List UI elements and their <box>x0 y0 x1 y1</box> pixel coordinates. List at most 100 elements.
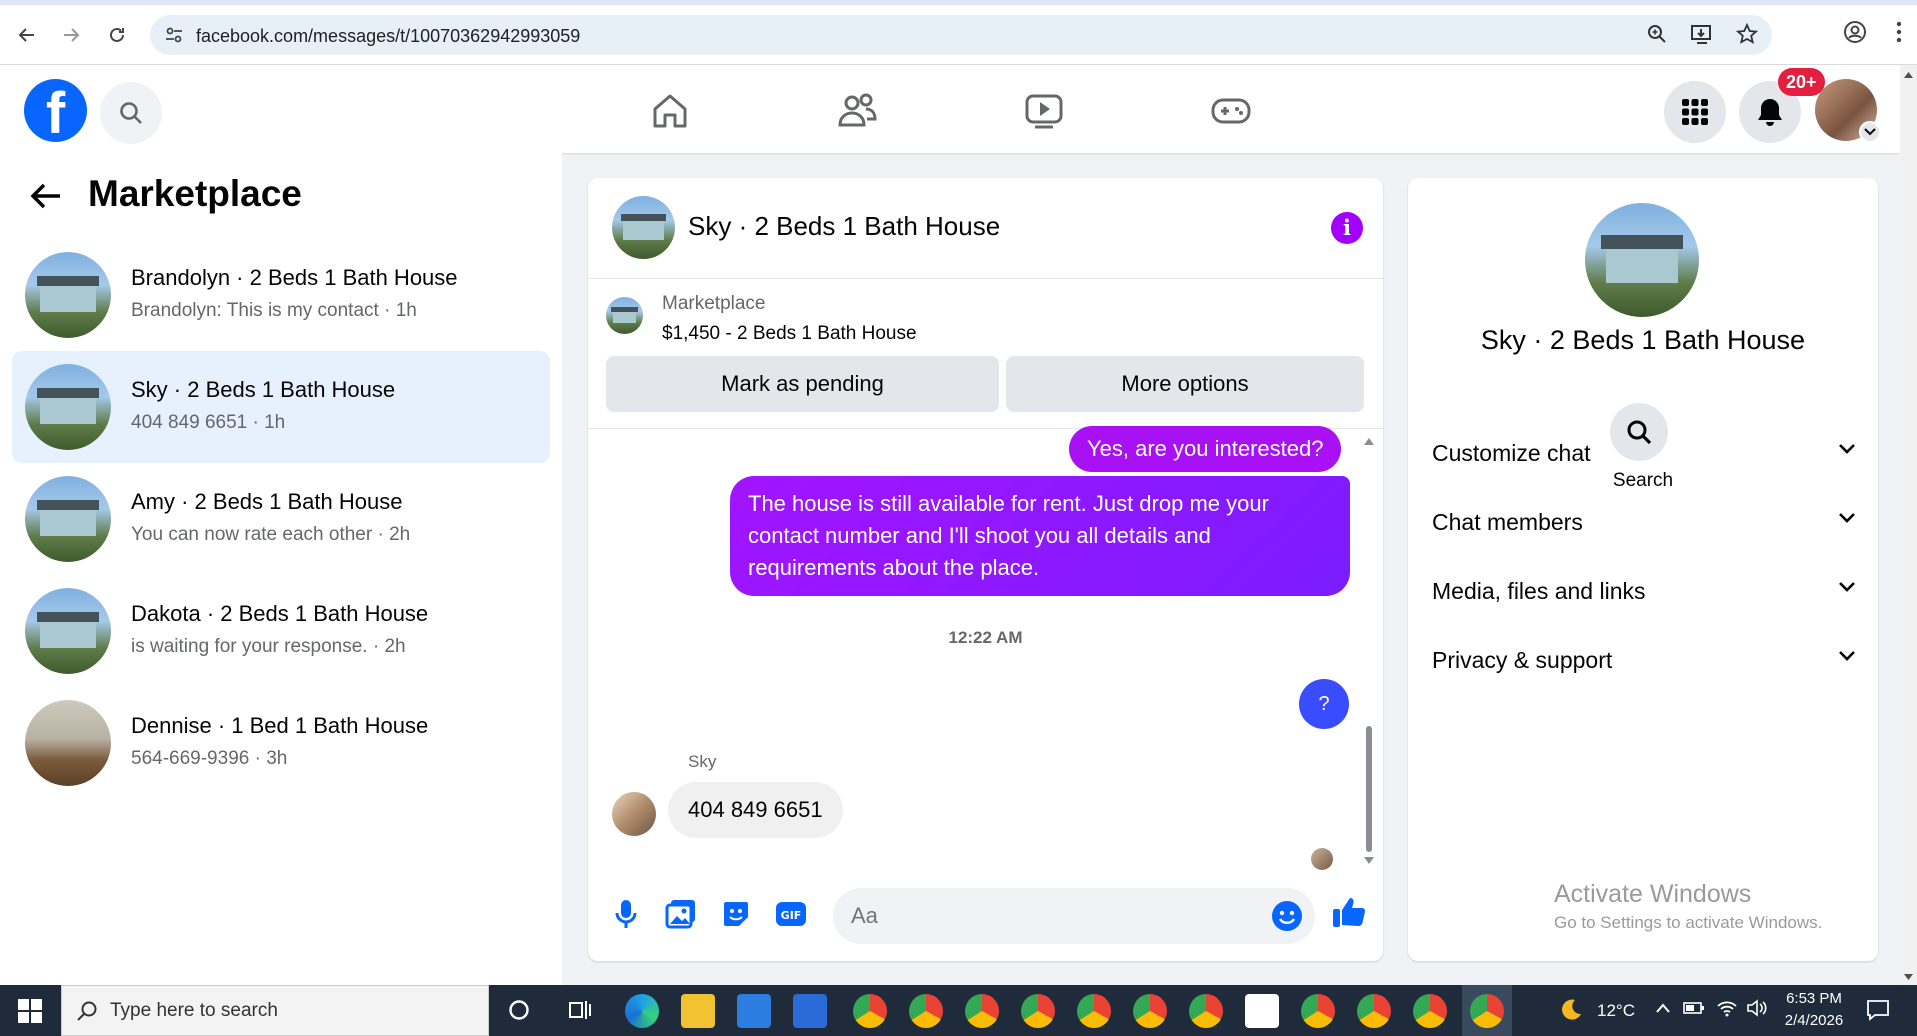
mark-as-pending-button[interactable]: Mark as pending <box>606 356 999 412</box>
windows-start-icon[interactable] <box>18 999 42 1028</box>
facebook-search-button[interactable] <box>100 82 162 144</box>
privacy-support-section[interactable]: Privacy & support <box>1408 633 1878 689</box>
reload-icon[interactable] <box>102 20 132 50</box>
more-options-button[interactable]: More options <box>1006 356 1364 412</box>
svg-text:GIF: GIF <box>781 909 802 922</box>
message-composer: GIF <box>588 878 1383 961</box>
chat-listing-thumbnail[interactable] <box>612 196 675 259</box>
wifi-icon[interactable] <box>1716 999 1738 1022</box>
url-text[interactable]: facebook.com/messages/t/1007036294299305… <box>196 26 580 47</box>
facebook-logo[interactable]: f <box>24 79 87 142</box>
conversation-name: Dakota · 2 Beds 1 Bath House <box>131 601 429 626</box>
section-label: Customize chat <box>1432 440 1591 466</box>
file-explorer-icon[interactable] <box>681 994 715 1028</box>
incoming-message: 404 849 6651 <box>668 782 843 838</box>
notification-center-icon[interactable] <box>1866 999 1890 1026</box>
browser-profile-icon[interactable] <box>1843 20 1867 49</box>
chevron-down-icon[interactable] <box>1859 121 1881 143</box>
sender-avatar[interactable] <box>612 792 656 836</box>
info-icon[interactable]: i <box>1331 212 1363 244</box>
battery-icon[interactable] <box>1683 1000 1705 1021</box>
browser-menu-icon[interactable] <box>1895 20 1903 49</box>
back-icon[interactable] <box>12 20 42 50</box>
nav-video-icon[interactable] <box>1014 87 1074 135</box>
emoji-icon[interactable] <box>1271 900 1303 937</box>
address-bar[interactable]: facebook.com/messages/t/1007036294299305… <box>150 15 1772 55</box>
chrome-profile-icon[interactable] <box>853 994 887 1028</box>
section-label: Media, files and links <box>1432 578 1646 604</box>
cortana-icon[interactable] <box>508 999 530 1026</box>
clock-date[interactable]: 2/4/2026 <box>1780 1012 1848 1029</box>
gif-icon[interactable]: GIF <box>773 896 809 932</box>
active-taskbar-app[interactable] <box>1462 985 1512 1036</box>
thumbs-up-icon[interactable] <box>1331 894 1367 930</box>
conversation-preview: 564-669-9396 · 3h <box>131 748 288 769</box>
taskbar-search-box[interactable]: Type here to search <box>61 985 489 1036</box>
marketplace-title: Marketplace <box>88 173 302 214</box>
capcut-icon[interactable] <box>1245 994 1279 1028</box>
conversation-item[interactable]: Dakota · 2 Beds 1 Bath House is waiting … <box>12 575 550 687</box>
conversation-item-active[interactable]: Sky · 2 Beds 1 Bath House 404 849 6651 ·… <box>12 351 550 463</box>
menu-grid-button[interactable] <box>1664 81 1726 143</box>
mail-icon[interactable] <box>793 994 827 1028</box>
conversation-item[interactable]: Brandolyn · 2 Beds 1 Bath House Brandoly… <box>12 239 550 351</box>
listing-description[interactable]: $1,450 - 2 Beds 1 Bath House <box>662 323 917 345</box>
chrome-profile-icon[interactable] <box>1077 994 1111 1028</box>
scrollbar-thumb[interactable] <box>1366 726 1372 852</box>
conversation-item[interactable]: Dennise · 1 Bed 1 Bath House 564-669-939… <box>12 687 550 799</box>
chrome-profile-icon[interactable] <box>965 994 999 1028</box>
chrome-profile-icon[interactable] <box>1301 994 1335 1028</box>
chrome-profile-icon[interactable] <box>1133 994 1167 1028</box>
conversation-name: Sky · 2 Beds 1 Bath House <box>131 377 396 402</box>
page-scrollbar[interactable] <box>1900 65 1917 985</box>
marketplace-conversation-list: Marketplace Brandolyn · 2 Beds 1 Bath Ho… <box>0 153 562 985</box>
temperature-label[interactable]: 12°C <box>1597 1001 1635 1021</box>
chrome-profile-icon[interactable] <box>909 994 943 1028</box>
thread-scrollbar[interactable] <box>1363 436 1375 866</box>
grid-icon <box>1682 99 1708 125</box>
browser-chrome: facebook.com/messages/t/1007036294299305… <box>0 0 1917 65</box>
chrome-profile-icon[interactable] <box>1189 994 1223 1028</box>
outgoing-message: The house is still available for rent. J… <box>730 476 1350 596</box>
bookmark-star-icon[interactable] <box>1735 22 1759 50</box>
seen-indicator-avatar <box>1311 848 1333 870</box>
media-files-links-section[interactable]: Media, files and links <box>1408 564 1878 620</box>
chat-members-section[interactable]: Chat members <box>1408 495 1878 551</box>
chevron-down-icon <box>1838 442 1856 460</box>
chrome-profile-icon[interactable] <box>1357 994 1391 1028</box>
show-hidden-icons-icon[interactable] <box>1655 1001 1671 1019</box>
chevron-down-icon <box>1838 511 1856 529</box>
sender-name: Sky <box>688 752 717 771</box>
clock-time[interactable]: 6:53 PM <box>1784 990 1844 1007</box>
volume-icon[interactable] <box>1746 999 1768 1022</box>
chrome-profile-icon[interactable] <box>1021 994 1055 1028</box>
microsoft-store-icon[interactable] <box>737 994 771 1028</box>
zoom-icon[interactable] <box>1646 23 1668 50</box>
message-text-field[interactable] <box>851 900 1251 932</box>
listing-thumbnail <box>25 588 111 674</box>
chat-title[interactable]: Sky · 2 Beds 1 Bath House <box>688 211 1000 242</box>
task-view-icon[interactable] <box>568 999 592 1026</box>
listing-small-thumbnail <box>606 297 643 334</box>
listing-label: Marketplace <box>662 293 766 314</box>
sticker-icon[interactable] <box>718 896 754 932</box>
notifications-badge: 20+ <box>1778 68 1825 96</box>
outgoing-message: Yes, are you interested? <box>1069 426 1342 472</box>
conversation-details-panel: Sky · 2 Beds 1 Bath House Search Customi… <box>1408 178 1878 961</box>
back-arrow-icon[interactable] <box>30 181 62 216</box>
install-app-icon[interactable] <box>1690 23 1714 50</box>
site-settings-icon[interactable] <box>164 25 184 50</box>
nav-home-icon[interactable] <box>640 87 700 135</box>
account-avatar[interactable] <box>1815 79 1881 143</box>
forward-icon[interactable] <box>56 20 86 50</box>
conversation-item[interactable]: Amy · 2 Beds 1 Bath House You can now ra… <box>12 463 550 575</box>
weather-moon-icon[interactable] <box>1557 997 1583 1028</box>
nav-friends-icon[interactable] <box>827 87 887 135</box>
photo-icon[interactable] <box>663 896 699 932</box>
customize-chat-section[interactable]: Customize chat <box>1408 426 1878 482</box>
message-input[interactable] <box>833 888 1315 944</box>
microphone-icon[interactable] <box>608 896 644 932</box>
edge-browser-icon[interactable] <box>625 994 659 1028</box>
nav-gaming-icon[interactable] <box>1201 87 1261 135</box>
chrome-profile-icon[interactable] <box>1413 994 1447 1028</box>
